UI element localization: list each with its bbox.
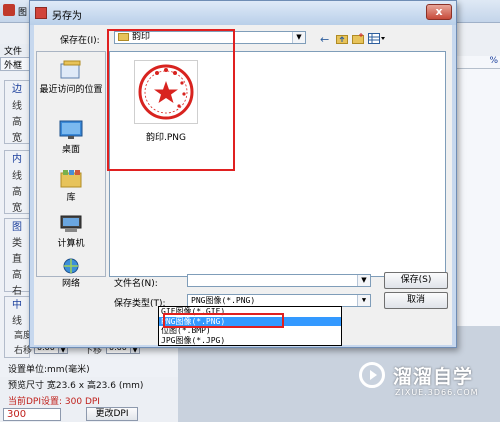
watermark-name: 溜溜自学	[393, 366, 474, 388]
places-bar: 最近访问的位置 桌面 库 计算机 网络	[36, 51, 106, 289]
save-button[interactable]: 保存(S)	[384, 272, 448, 289]
watermark-url: ZIXUE.3D66.COM	[395, 388, 479, 397]
group-label: 中	[12, 300, 22, 311]
field-label: 宽	[12, 133, 22, 144]
place-label: 最近访问的位置	[39, 85, 103, 95]
filename-combo[interactable]: ▼	[187, 274, 371, 287]
app-icon	[3, 4, 15, 16]
place-label: 计算机	[57, 239, 85, 249]
place-computer[interactable]: 计算机	[37, 214, 105, 249]
highlight-file-box	[107, 29, 235, 171]
chevron-down-icon[interactable]: ▼	[357, 295, 370, 306]
group-label: 内	[12, 154, 22, 165]
field-label: 直	[12, 254, 22, 265]
place-libraries[interactable]: 库	[37, 168, 105, 203]
group-label: 图	[12, 222, 22, 233]
up-folder-icon[interactable]	[336, 33, 348, 47]
field-label: 线	[12, 316, 22, 327]
field-label: 高	[12, 270, 22, 281]
watermark: 溜溜自学 ZIXUE.3D66.COM	[355, 356, 490, 412]
place-network[interactable]: 网络	[37, 258, 105, 289]
place-label: 网络	[61, 279, 80, 289]
chevron-down-icon[interactable]: ▼	[292, 32, 305, 43]
filetype-value: PNG图像(*.PNG)	[191, 296, 256, 305]
field-label: 宽	[12, 203, 22, 214]
unit-text: 设置单位:mm(毫米)	[8, 365, 90, 375]
highlight-option-box	[163, 313, 284, 328]
field-label: 右	[12, 286, 22, 297]
filetype-option[interactable]: JPG图像(*.JPG)	[159, 336, 341, 346]
app-icon	[35, 7, 47, 19]
dialog-body: 保存在(I): 韵印 ▼ ← 最近访问的位置 桌面 库 计算机 网络 韵印.PN…	[34, 25, 452, 345]
back-arrow-icon[interactable]: ←	[320, 33, 329, 46]
field-label: 高	[12, 117, 22, 128]
place-label: 库	[66, 193, 76, 203]
dpi-input[interactable]: 300	[3, 408, 61, 421]
dialog-title-bar: 另存为 x	[30, 1, 456, 25]
network-icon	[59, 258, 83, 274]
dialog-title: 另存为	[52, 11, 82, 22]
computer-icon	[59, 214, 83, 234]
field-label: 线	[12, 101, 22, 112]
save-as-dialog: 另存为 x 保存在(I): 韵印 ▼ ← 最近访问的位置 桌面 库 计算机 网络…	[29, 0, 457, 348]
group-label: 边	[12, 84, 22, 95]
dpi-setting-text: 当前DPI设置: 300 DPI	[8, 397, 100, 407]
preview-size-text: 预览尺寸 宽23.6 x 高23.6 (mm)	[8, 381, 144, 391]
desktop-icon	[59, 120, 83, 140]
close-icon: x	[435, 5, 443, 18]
field-label: 类	[12, 238, 22, 249]
filename-label: 文件名(N):	[114, 279, 158, 289]
background-title: 图	[18, 8, 28, 18]
place-recent[interactable]: 最近访问的位置	[37, 60, 105, 95]
field-label: 线	[12, 171, 22, 182]
chevron-down-icon[interactable]: ▼	[357, 275, 370, 286]
cancel-button[interactable]: 取消	[384, 292, 448, 309]
new-folder-icon[interactable]	[352, 33, 364, 47]
tab-outer-frame[interactable]: 外框	[0, 57, 30, 71]
place-desktop[interactable]: 桌面	[37, 120, 105, 155]
libraries-icon	[59, 168, 83, 188]
save-in-label: 保存在(I):	[60, 36, 100, 46]
ruler-percent: %	[456, 56, 500, 69]
close-button[interactable]: x	[426, 4, 452, 20]
view-menu-icon[interactable]	[368, 33, 386, 47]
right-panel: %	[455, 56, 500, 326]
place-label: 桌面	[61, 145, 80, 155]
play-triangle-icon	[370, 370, 377, 380]
change-dpi-button[interactable]: 更改DPI	[86, 407, 138, 421]
recent-places-icon	[59, 60, 83, 80]
field-label: 高	[12, 187, 22, 198]
